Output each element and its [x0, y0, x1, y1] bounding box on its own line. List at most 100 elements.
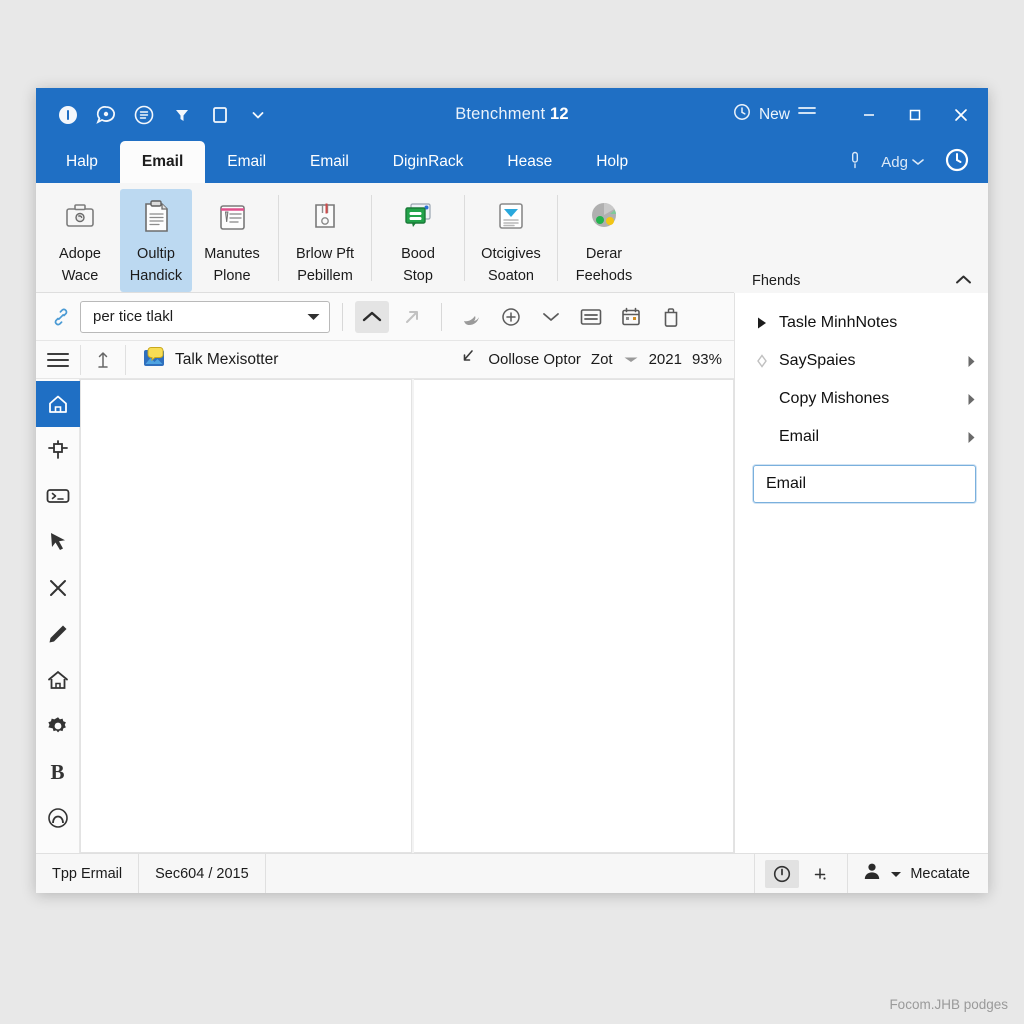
ribbon-button-brlow-pft-pebillem[interactable]: Brlow Pft Pebillem	[289, 189, 361, 292]
panel-item-sayspaies[interactable]: SaySpaies	[753, 343, 976, 379]
ribbon-button-otcigives-soaton[interactable]: Otcigives Soaton	[475, 189, 547, 292]
power-icon[interactable]	[765, 859, 800, 888]
ribbon-tab-bar: Halp Email Email Email DiginRack Hease H…	[36, 141, 988, 183]
panel-item-email[interactable]: Email	[753, 419, 976, 455]
refresh-circle-icon[interactable]	[944, 147, 970, 178]
minimize-button[interactable]	[846, 88, 892, 141]
ribbon-button-label: Bood Stop	[401, 246, 435, 285]
rail-item-cursor-arrow[interactable]	[36, 519, 80, 565]
chevron-right-icon[interactable]	[967, 393, 976, 406]
maximize-button[interactable]	[892, 88, 938, 141]
document-tab[interactable]: Talk Mexisotter	[126, 346, 278, 373]
ribbon-separator	[371, 195, 372, 281]
window-stack-icon	[397, 195, 439, 237]
chevron-right-icon[interactable]	[967, 431, 976, 444]
plus-circle-icon[interactable]	[494, 301, 528, 333]
rail-item-pencil[interactable]	[36, 611, 80, 657]
expand-arrow-icon[interactable]	[460, 348, 478, 371]
ribbon-separator	[278, 195, 279, 281]
main-column: per tice tlakl Talk Mexisotter Oollose O…	[36, 293, 734, 853]
ribbon-button-adope-wace[interactable]: Adope Wace	[44, 189, 116, 292]
bird-send-icon[interactable]	[454, 301, 488, 333]
account-label[interactable]: Adg	[881, 154, 908, 171]
ribbon-button-label: Otcigives Soaton	[481, 246, 541, 285]
download-doc-icon	[490, 195, 532, 237]
tab-diginrack[interactable]: DiginRack	[371, 141, 486, 183]
arrow-up-right-icon[interactable]	[395, 301, 429, 333]
new-button[interactable]: New	[733, 103, 816, 126]
panel-item-copy-mishones[interactable]: Copy Mishones	[753, 381, 976, 417]
funnel-icon[interactable]	[170, 103, 194, 127]
chevron-down-icon[interactable]	[534, 301, 568, 333]
rail-item-bold-b[interactable]: B	[36, 749, 80, 795]
triangle-right-icon	[753, 316, 771, 330]
new-button-label: New	[758, 105, 790, 123]
document-circle-icon[interactable]	[132, 103, 156, 127]
rail-item-terminal[interactable]	[36, 473, 80, 519]
ribbon-separator	[557, 195, 558, 281]
document-page-left[interactable]	[80, 379, 412, 853]
plus-small-icon[interactable]	[803, 860, 837, 888]
chevron-up-icon[interactable]	[955, 272, 972, 290]
anchor-icon[interactable]	[81, 341, 125, 379]
notepad-icon	[211, 195, 253, 237]
panel-item-tasle-minhnotes[interactable]: Tasle MinhNotes	[753, 305, 976, 341]
tab-hease[interactable]: Hease	[485, 141, 574, 183]
user-name-label[interactable]: Mecatate	[910, 866, 970, 882]
chevron-down-icon[interactable]	[246, 103, 270, 127]
rail-item-pin[interactable]	[36, 427, 80, 473]
side-panel-title: Fhends	[752, 273, 801, 289]
caret-down-icon[interactable]	[890, 865, 902, 883]
chevron-down-icon[interactable]	[306, 312, 321, 322]
clipboard-icon	[135, 195, 177, 237]
chevron-right-icon[interactable]	[967, 355, 976, 368]
rail-item-house[interactable]	[36, 657, 80, 703]
document-canvas[interactable]	[80, 379, 734, 853]
tab-email-3[interactable]: Email	[288, 141, 371, 183]
caret-down-icon[interactable]	[623, 351, 639, 369]
search-combobox[interactable]: per tice tlakl	[80, 300, 330, 333]
square-icon[interactable]	[208, 103, 232, 127]
person-icon[interactable]	[862, 861, 882, 886]
hamburger-icon[interactable]	[36, 341, 80, 379]
tab-email-active[interactable]: Email	[119, 141, 206, 183]
ribbon-separator	[464, 195, 465, 281]
chat-bubble-icon[interactable]	[94, 103, 118, 127]
panel-item-label: Tasle MinhNotes	[779, 314, 898, 331]
link-icon[interactable]	[48, 304, 74, 330]
panel-item-label: Copy Mishones	[779, 390, 890, 407]
zoom-percent-label[interactable]: 93%	[692, 351, 722, 368]
tab-halp[interactable]: Halp	[44, 141, 120, 183]
document-name: Talk Mexisotter	[175, 350, 279, 368]
hamburger-icon	[798, 105, 816, 124]
tab-email-2[interactable]: Email	[205, 141, 288, 183]
rail-item-home-outline[interactable]	[36, 381, 80, 427]
document-page-right[interactable]	[414, 379, 734, 853]
list-box-icon[interactable]	[574, 301, 608, 333]
tool-rail: B	[36, 379, 80, 853]
rail-item-close-x[interactable]	[36, 565, 80, 611]
ribbon-button-derar-feehods[interactable]: Derar Feehods	[568, 189, 640, 292]
status-cell-tpp-ermail[interactable]: Tpp Ermail	[36, 853, 140, 893]
rail-item-arc-circle[interactable]	[36, 795, 80, 841]
info-circle-icon[interactable]	[56, 103, 80, 127]
clock-icon	[733, 103, 751, 126]
panel-email-input[interactable]: Email	[753, 465, 976, 503]
status-cell-section[interactable]: Sec604 / 2015	[139, 853, 266, 893]
collapse-ribbon-button[interactable]	[355, 300, 389, 333]
status-bar-right: Mecatate	[754, 853, 988, 893]
document-header: Talk Mexisotter Oollose Optor Zot 2021 9…	[36, 341, 734, 379]
rail-item-gear[interactable]	[36, 703, 80, 749]
ribbon-button-bood-stop[interactable]: Bood Stop	[382, 189, 454, 292]
close-option-label[interactable]: Oollose Optor	[488, 351, 581, 368]
microphone-icon[interactable]	[847, 150, 863, 175]
search-input[interactable]: per tice tlakl	[93, 308, 306, 325]
close-button[interactable]	[938, 88, 984, 141]
ribbon-button-manutes-plone[interactable]: Manutes Plone	[196, 189, 268, 292]
ribbon-button-oultip-handick[interactable]: Oultip Handick	[120, 189, 192, 292]
calendar-icon[interactable]	[614, 301, 648, 333]
zoom-label[interactable]: Zot	[591, 351, 613, 368]
trash-icon[interactable]	[654, 301, 688, 333]
tab-holp[interactable]: Holp	[574, 141, 650, 183]
window-body: per tice tlakl Talk Mexisotter Oollose O…	[36, 293, 988, 853]
